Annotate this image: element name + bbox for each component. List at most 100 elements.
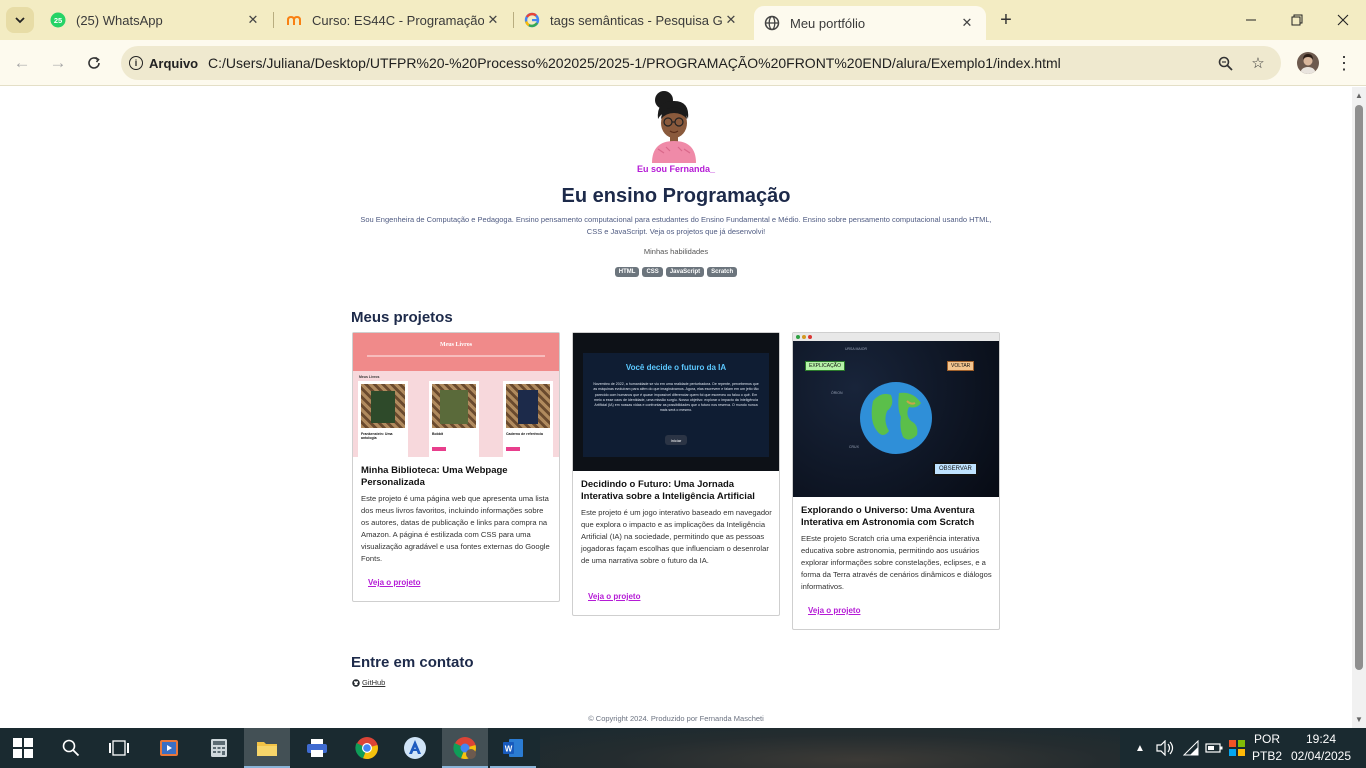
wifi-icon bbox=[1183, 740, 1199, 756]
keyboard-layout: PTB2 bbox=[1251, 749, 1282, 763]
tab-title: Curso: ES44C - Programação W bbox=[312, 12, 484, 28]
taskbar-print-app[interactable] bbox=[294, 728, 340, 768]
back-button[interactable]: ← bbox=[11, 52, 33, 74]
new-tab-button[interactable]: + bbox=[995, 9, 1017, 31]
project-link[interactable]: Veja o projeto bbox=[808, 606, 860, 615]
page-scrollbar[interactable]: ▲ ▼ bbox=[1352, 87, 1366, 728]
minimize-button[interactable] bbox=[1228, 0, 1274, 40]
tab-title: Meu portfólio bbox=[790, 15, 866, 31]
thumb-window-bar bbox=[793, 333, 999, 341]
taskbar-calculator[interactable] bbox=[196, 728, 242, 768]
hello-text: Eu sou Fernanda_ bbox=[636, 164, 716, 174]
reload-button[interactable] bbox=[83, 52, 105, 74]
tab-divider bbox=[273, 12, 274, 28]
github-link-label: GitHub bbox=[362, 678, 386, 687]
project-card: URSA MAIOR ÓRION CRUX EXPLICAÇÃO VOLTAR … bbox=[792, 332, 1000, 630]
close-icon[interactable]: ✕ bbox=[484, 11, 502, 29]
close-icon[interactable]: ✕ bbox=[244, 11, 262, 29]
thumb-header-text-line bbox=[367, 355, 545, 357]
google-icon bbox=[524, 12, 540, 28]
system-clock[interactable]: 19:24 02/04/2025 bbox=[1288, 731, 1354, 765]
search-button[interactable] bbox=[48, 728, 94, 768]
github-link[interactable]: GitHub bbox=[352, 678, 385, 687]
thumb-game-text: Novembro de 2022, a humanidade se viu em… bbox=[593, 382, 759, 413]
info-icon: i bbox=[129, 56, 143, 70]
thumb-window-dot bbox=[796, 335, 800, 339]
taskbar-file-explorer[interactable] bbox=[244, 728, 290, 768]
more-vertical-icon: ⋮ bbox=[1335, 52, 1353, 73]
taskbar-wallpaper bbox=[540, 728, 1120, 768]
project-card: Meus Livros Meus Livros Frankenstein: Um… bbox=[352, 332, 560, 602]
profile-avatar[interactable] bbox=[1297, 52, 1319, 74]
tab-title: (25) WhatsApp bbox=[76, 12, 163, 28]
site-info-chip[interactable]: i Arquivo bbox=[129, 51, 198, 75]
taskbar-chrome-profile-active[interactable] bbox=[442, 728, 488, 768]
skill-badge: CSS bbox=[642, 267, 663, 277]
tab-search-button[interactable] bbox=[6, 7, 34, 33]
close-window-button[interactable] bbox=[1320, 0, 1366, 40]
scrollbar-thumb[interactable] bbox=[1355, 105, 1363, 670]
arrow-left-icon: ← bbox=[13, 53, 31, 72]
skill-badge: HTML bbox=[614, 267, 640, 277]
thumb-game-panel: Você decide o futuro da IA Novembro de 2… bbox=[583, 353, 769, 457]
thumb-game-title: Você decide o futuro da IA bbox=[625, 363, 727, 372]
thumb-section-label: Meus Livros bbox=[359, 375, 380, 379]
minimize-icon bbox=[1246, 19, 1256, 21]
scroll-up-arrow-icon[interactable]: ▲ bbox=[1355, 91, 1363, 100]
task-view-button[interactable] bbox=[96, 728, 142, 768]
zoom-button[interactable] bbox=[1215, 53, 1235, 73]
tab-portfolio-active[interactable]: Meu portfólio ✕ bbox=[754, 6, 986, 40]
star-icon: ☆ bbox=[1251, 55, 1265, 72]
thumb-star-label: CRUX bbox=[849, 445, 859, 449]
tab-strip: 25 (25) WhatsApp ✕ Curso: ES44C - Progra… bbox=[0, 0, 1366, 40]
bookmark-button[interactable]: ☆ bbox=[1248, 53, 1268, 73]
thumb-window-dot bbox=[802, 335, 806, 339]
chrome-icon bbox=[355, 737, 378, 760]
forward-button[interactable]: → bbox=[47, 52, 69, 74]
avatar-illustration bbox=[652, 91, 696, 163]
project-link[interactable]: Veja o projeto bbox=[368, 578, 420, 587]
clock-date: 02/04/2025 bbox=[1290, 749, 1352, 763]
taskbar-app-installer[interactable] bbox=[392, 728, 438, 768]
close-icon[interactable]: ✕ bbox=[958, 14, 976, 32]
url-text[interactable]: C:/Users/Juliana/Desktop/UTFPR%20-%20Pro… bbox=[208, 55, 1061, 71]
thumb-observe-button: OBSERVAR bbox=[933, 462, 978, 476]
printer-icon bbox=[307, 739, 327, 757]
project-title: Decidindo o Futuro: Uma Jornada Interati… bbox=[581, 479, 755, 502]
windows-logo-icon bbox=[13, 738, 33, 758]
wifi-button[interactable] bbox=[1180, 728, 1202, 768]
taskbar-word[interactable]: W bbox=[490, 728, 536, 768]
clock-time: 19:24 bbox=[1305, 732, 1337, 746]
project-title: Minha Biblioteca: Uma Webpage Personaliz… bbox=[361, 465, 508, 488]
battery-button[interactable] bbox=[1204, 728, 1224, 768]
whatsapp-badge-count: 25 bbox=[54, 16, 62, 25]
taskbar-chrome[interactable] bbox=[344, 728, 390, 768]
thumb-window-dot bbox=[808, 335, 812, 339]
taskbar-media-player[interactable] bbox=[146, 728, 192, 768]
word-icon: W bbox=[503, 739, 523, 757]
chevron-down-icon bbox=[15, 17, 25, 24]
earth-globe-icon bbox=[860, 382, 932, 454]
start-button[interactable] bbox=[0, 728, 46, 768]
project-description: EEste projeto Scratch cria uma experiênc… bbox=[801, 534, 992, 591]
tab-moodle-course[interactable]: Curso: ES44C - Programação W ✕ bbox=[276, 6, 512, 34]
tab-whatsapp[interactable]: 25 (25) WhatsApp ✕ bbox=[40, 6, 272, 34]
project-thumbnail: Você decide o futuro da IA Novembro de 2… bbox=[573, 333, 779, 471]
input-language-indicator[interactable]: POR PTB2 bbox=[1250, 731, 1284, 765]
address-bar[interactable]: i Arquivo C:/Users/Juliana/Desktop/UTFPR… bbox=[121, 46, 1281, 80]
thumb-header: Meus Livros bbox=[353, 333, 559, 371]
skills-list: HTML CSS JavaScript Scratch bbox=[0, 267, 1352, 277]
tray-overflow-button[interactable]: ▲ bbox=[1132, 728, 1148, 768]
volume-button[interactable] bbox=[1154, 728, 1176, 768]
store-button[interactable] bbox=[1228, 728, 1246, 768]
tab-google-search[interactable]: tags semânticas - Pesquisa Goo ✕ bbox=[514, 6, 750, 34]
project-link[interactable]: Veja o projeto bbox=[588, 592, 640, 601]
thumb-book-title: Frankenstein: Uma antologia bbox=[361, 432, 393, 440]
project-thumbnail: Meus Livros Meus Livros Frankenstein: Um… bbox=[353, 333, 559, 457]
close-icon[interactable]: ✕ bbox=[722, 11, 740, 29]
close-icon bbox=[1337, 14, 1349, 26]
restore-button[interactable] bbox=[1274, 0, 1320, 40]
thumb-start-button: Iniciar bbox=[665, 435, 687, 445]
browser-menu-button[interactable]: ⋮ bbox=[1334, 52, 1354, 74]
scroll-down-arrow-icon[interactable]: ▼ bbox=[1355, 715, 1363, 724]
